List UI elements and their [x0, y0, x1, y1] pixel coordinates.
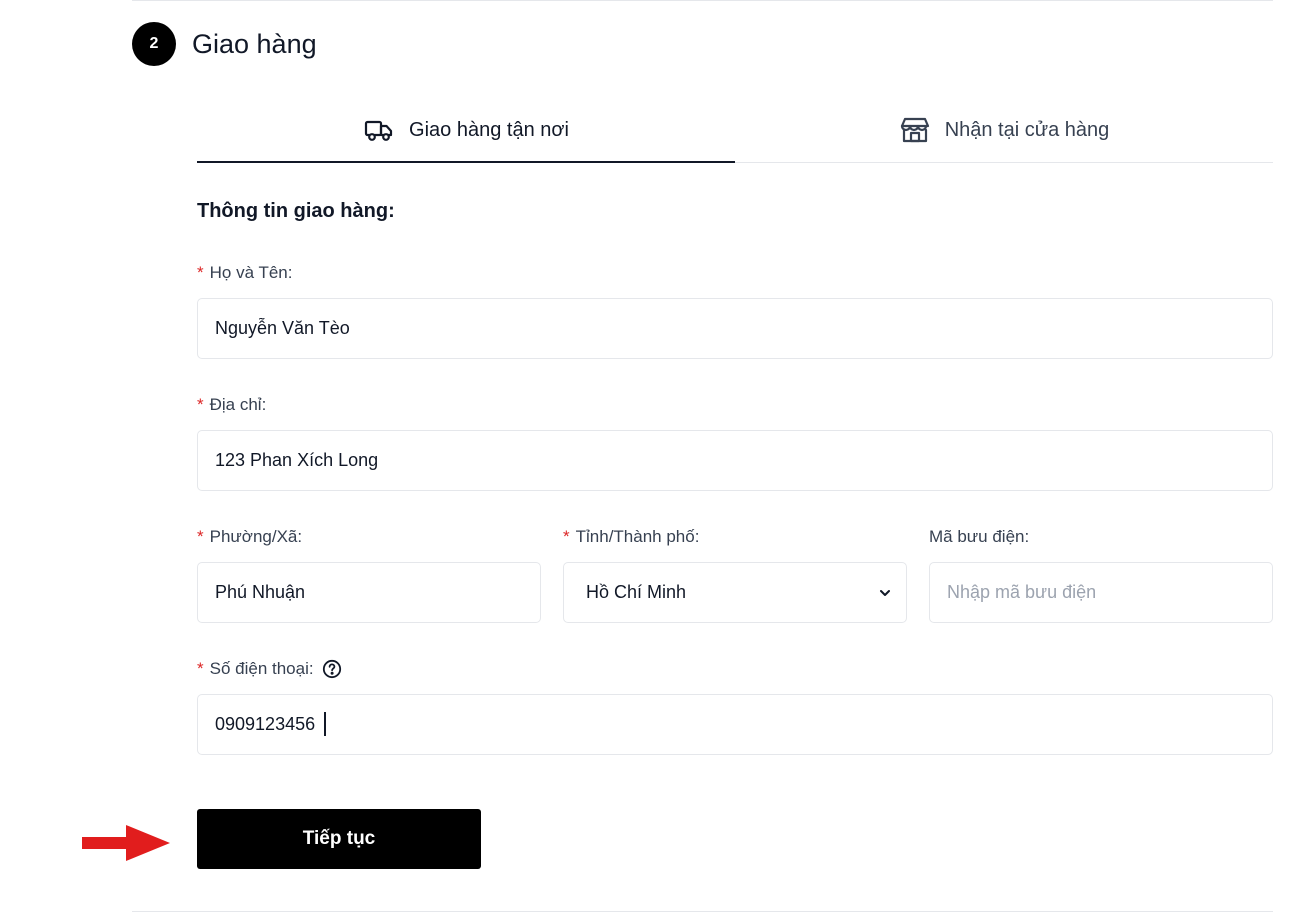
- postal-code-label-text: Mã bưu điện:: [929, 527, 1030, 546]
- red-arrow-icon: [82, 825, 170, 861]
- tab-home-delivery-label: Giao hàng tận nơi: [409, 118, 569, 141]
- ward-label: * Phường/Xã:: [197, 527, 302, 547]
- tab-store-pickup-label: Nhận tại cửa hàng: [944, 118, 1110, 141]
- full-name-input[interactable]: [197, 298, 1273, 359]
- address-input[interactable]: [197, 430, 1273, 491]
- ward-label-text: Phường/Xã:: [209, 527, 303, 546]
- delivery-method-tabs: Giao hàng tận nơi Nhận tại cửa hàng: [197, 98, 1273, 163]
- step-number: 2: [149, 35, 159, 52]
- required-mark: *: [197, 659, 204, 678]
- full-name-label: * Họ và Tên:: [197, 263, 292, 283]
- chevron-down-icon: [878, 586, 892, 600]
- required-mark: *: [197, 527, 204, 546]
- text-caret: [324, 712, 326, 736]
- required-mark: *: [197, 395, 204, 414]
- province-label-text: Tỉnh/Thành phố:: [575, 527, 700, 546]
- address-label-text: Địa chỉ:: [209, 395, 267, 414]
- province-selected-value: Hồ Chí Minh: [586, 582, 687, 602]
- top-divider: [132, 0, 1273, 1]
- question-circle-icon[interactable]: [322, 659, 342, 679]
- shipping-info-heading: Thông tin giao hàng:: [197, 200, 395, 222]
- full-name-label-text: Họ và Tên:: [209, 263, 293, 282]
- store-icon: [899, 114, 931, 146]
- address-label: * Địa chỉ:: [197, 395, 266, 415]
- province-label: * Tỉnh/Thành phố:: [563, 527, 699, 547]
- postal-code-label: Mã bưu điện:: [929, 527, 1029, 547]
- province-select[interactable]: Hồ Chí Minh: [563, 562, 907, 623]
- tab-store-pickup[interactable]: Nhận tại cửa hàng: [735, 98, 1273, 162]
- continue-button[interactable]: Tiếp tục: [197, 809, 481, 869]
- required-mark: *: [563, 527, 570, 546]
- bottom-divider: [132, 911, 1273, 912]
- step-number-badge: 2: [132, 22, 176, 66]
- postal-code-input[interactable]: [929, 562, 1273, 623]
- required-mark: *: [197, 263, 204, 282]
- ward-input[interactable]: [197, 562, 541, 623]
- phone-label: * Số điện thoại:: [197, 659, 342, 679]
- phone-label-text: Số điện thoại:: [209, 659, 314, 678]
- section-title: Giao hàng: [192, 29, 317, 59]
- truck-icon: [363, 114, 395, 146]
- phone-input[interactable]: [197, 694, 1273, 755]
- tab-home-delivery[interactable]: Giao hàng tận nơi: [197, 98, 735, 163]
